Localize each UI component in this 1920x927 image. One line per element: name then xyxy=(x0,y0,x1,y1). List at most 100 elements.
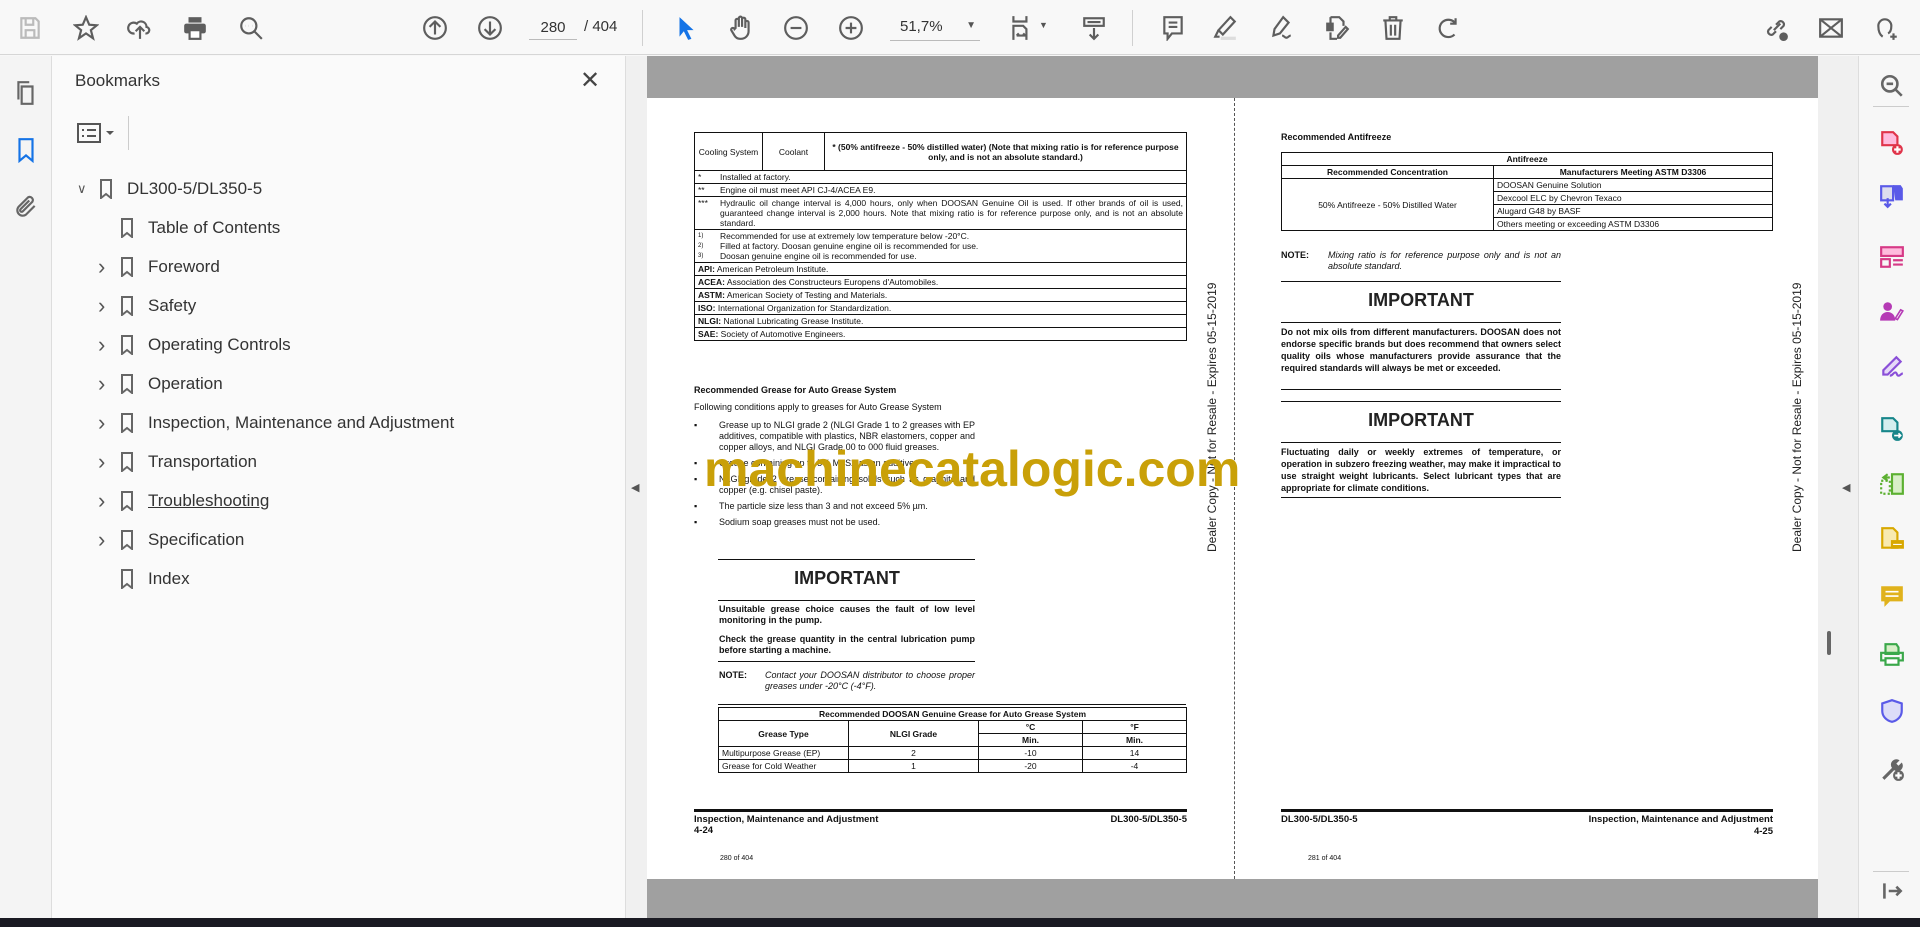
important-title: IMPORTANT xyxy=(794,568,900,588)
chevron-right-icon[interactable]: › xyxy=(98,410,112,436)
zoom-in-button[interactable] xyxy=(835,12,867,44)
table-row: Multipurpose Grease (EP) 2 -10 14 xyxy=(718,746,1187,760)
bookmark-item[interactable]: › Foreword xyxy=(98,253,220,281)
abbreviation: ASTM: xyxy=(698,290,725,300)
expand-tools-pane-button[interactable]: ◀ xyxy=(1842,481,1850,494)
delete-button[interactable] xyxy=(1377,12,1409,44)
email-button[interactable] xyxy=(1815,12,1847,44)
important-text: Check the grease quantity in the central… xyxy=(719,634,975,655)
bookmark-root[interactable]: ∨ DL300-5/DL350-5 xyxy=(77,175,262,203)
rule xyxy=(718,559,975,560)
table-cell: -10 xyxy=(978,746,1083,760)
bookmark-item[interactable]: Index xyxy=(98,565,190,593)
column-header: Recommended Concentration xyxy=(1281,165,1494,179)
print-button[interactable] xyxy=(179,12,211,44)
rotate-icon xyxy=(1438,18,1457,39)
cloud-upload-icon xyxy=(127,20,151,39)
bookmark-item[interactable]: › Specification xyxy=(98,526,244,554)
more-tools-button[interactable] xyxy=(1879,756,1905,782)
bookmark-item[interactable]: › Inspection, Maintenance and Adjustment xyxy=(98,409,454,437)
comment-button[interactable] xyxy=(1157,12,1189,44)
table-title: Recommended DOOSAN Genuine Grease for Au… xyxy=(718,707,1187,721)
comment-tool-button[interactable] xyxy=(1879,583,1905,609)
column-header: °C xyxy=(978,720,1083,734)
footnote-mark: 3) xyxy=(698,253,704,259)
rotate-button[interactable] xyxy=(1432,12,1464,44)
page-fit-button[interactable] xyxy=(1005,12,1037,44)
important-title: IMPORTANT xyxy=(1368,410,1474,430)
grease-table: Recommended DOOSAN Genuine Grease for Au… xyxy=(718,707,1187,773)
bookmark-item[interactable]: › Safety xyxy=(98,292,196,320)
table-cell: Cooling System xyxy=(694,132,763,171)
fill-sign-icon xyxy=(1882,355,1903,377)
chevron-right-icon[interactable]: › xyxy=(98,527,112,553)
bookmark-item[interactable]: › Troubleshooting xyxy=(98,487,269,515)
organize-pages-button[interactable] xyxy=(1879,244,1905,270)
protect-button[interactable] xyxy=(1879,698,1905,724)
collapse-left-panel-button[interactable]: ◀ xyxy=(631,481,639,494)
chevron-right-icon[interactable]: › xyxy=(98,332,112,358)
select-tool-button[interactable] xyxy=(670,12,702,44)
important-text: Unsuitable grease choice causes the faul… xyxy=(719,604,975,625)
bookmark-item[interactable]: › Transportation xyxy=(98,448,257,476)
request-signatures-button[interactable] xyxy=(1879,299,1905,325)
toolbar-divider xyxy=(642,10,643,46)
table-cell: 2 xyxy=(848,746,979,760)
bookmark-options-menu[interactable] xyxy=(76,120,122,146)
save-button[interactable] xyxy=(14,12,46,44)
bookmark-icon xyxy=(120,452,134,474)
page-number-input[interactable] xyxy=(529,16,577,40)
panel-title: Bookmarks xyxy=(75,71,161,90)
footer-rule xyxy=(694,809,1187,812)
share-user-button[interactable] xyxy=(1871,12,1903,44)
bookmark-icon xyxy=(120,374,134,396)
chevron-right-icon[interactable]: › xyxy=(98,488,112,514)
table-row: ASTM: American Society of Testing and Ma… xyxy=(694,288,1187,302)
print-production-button[interactable] xyxy=(1879,642,1905,668)
hand-tool-button[interactable] xyxy=(725,12,757,44)
page-thumbnails-button[interactable] xyxy=(13,80,39,106)
scrollbar-thumb[interactable] xyxy=(1827,631,1831,655)
bookmark-item[interactable]: Table of Contents xyxy=(98,214,280,242)
create-pdf-button[interactable] xyxy=(1879,130,1905,156)
send-for-review-button[interactable] xyxy=(1879,416,1905,442)
table-cell: 14 xyxy=(1082,746,1187,760)
zoom-search-icon xyxy=(1880,74,1903,97)
close-panel-button[interactable]: ✕ xyxy=(580,66,600,95)
search-enhanced-button[interactable] xyxy=(1879,73,1905,99)
bookmark-item[interactable]: › Operation xyxy=(98,370,223,398)
bookmarks-panel-button[interactable] xyxy=(13,137,39,164)
chevron-down-icon[interactable]: ▼ xyxy=(1039,20,1048,30)
next-page-button[interactable] xyxy=(474,12,506,44)
left-navigation-rail xyxy=(0,56,52,918)
table-row: API: American Petroleum Institute. xyxy=(694,262,1187,276)
chevron-right-icon[interactable]: › xyxy=(98,371,112,397)
table-row: *** Hydraulic oil change interval is 4,00… xyxy=(694,196,1187,230)
highlight-button[interactable] xyxy=(1209,12,1241,44)
bookmark-icon xyxy=(120,257,134,279)
bookmark-star-button[interactable] xyxy=(70,12,102,44)
add-comment-file-button[interactable] xyxy=(1879,526,1905,552)
chevron-right-icon[interactable]: › xyxy=(98,293,112,319)
search-button[interactable] xyxy=(235,12,267,44)
zoom-out-button[interactable] xyxy=(780,12,812,44)
export-pdf-button[interactable] xyxy=(1879,183,1905,209)
chevron-right-icon[interactable]: › xyxy=(98,449,112,475)
attachments-button[interactable] xyxy=(13,194,39,220)
edit-pdf-button[interactable] xyxy=(1321,12,1353,44)
abbreviation: SAE: xyxy=(698,329,719,339)
scroll-mode-button[interactable] xyxy=(1078,12,1110,44)
share-link-button[interactable] xyxy=(1760,12,1792,44)
chevron-down-icon[interactable]: ∨ xyxy=(77,181,91,197)
divider xyxy=(1873,106,1909,107)
sign-button[interactable] xyxy=(1265,12,1297,44)
note-label: NOTE: xyxy=(719,670,747,680)
fill-sign-button[interactable] xyxy=(1879,354,1905,380)
zoom-level-select[interactable]: 51,7% ▼ xyxy=(890,14,980,41)
previous-page-button[interactable] xyxy=(419,12,451,44)
collapse-tools-pane-button[interactable] xyxy=(1879,878,1905,904)
compare-files-button[interactable] xyxy=(1879,471,1905,497)
upload-button[interactable] xyxy=(124,12,156,44)
chevron-right-icon[interactable]: › xyxy=(98,254,112,280)
bookmark-item[interactable]: › Operating Controls xyxy=(98,331,291,359)
